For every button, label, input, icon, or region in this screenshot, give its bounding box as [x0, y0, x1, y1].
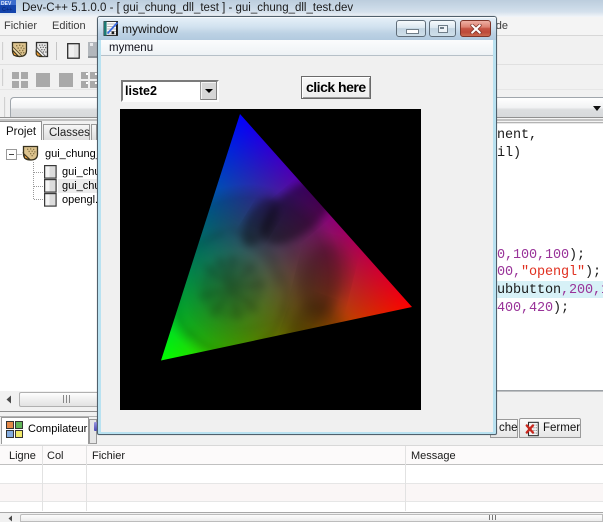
svg-text:C++: C++ [2, 7, 12, 13]
